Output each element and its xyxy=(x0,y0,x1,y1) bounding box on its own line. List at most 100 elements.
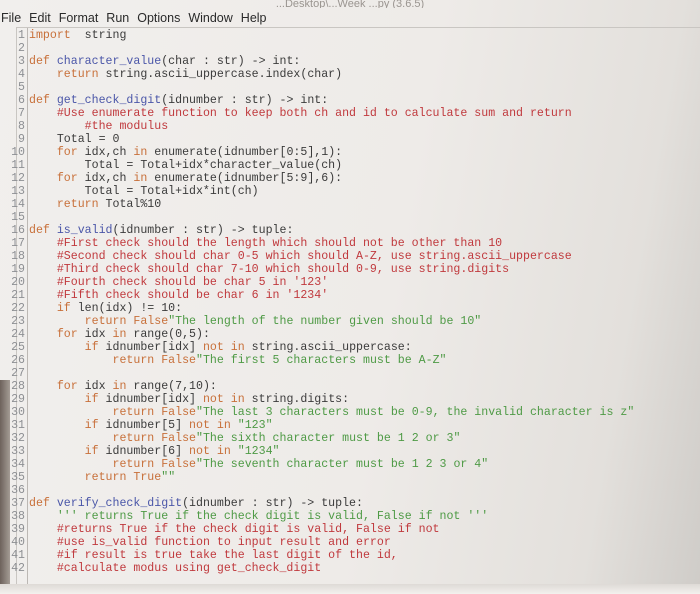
keyword-token: if xyxy=(56,302,71,315)
comment-token: #Second check should char 0-5 which shou… xyxy=(56,250,572,263)
code-text: def is_valid(idnumber : str) -> tuple: xyxy=(27,224,293,237)
line-number: 4 xyxy=(18,68,25,81)
code-line[interactable]: 32 return False"The sixth character must… xyxy=(1,432,460,445)
code-line[interactable]: 9 Total = 0 xyxy=(1,133,119,146)
line-number: 9 xyxy=(18,133,25,146)
code-line[interactable]: 7 #Use enumerate function to keep both c… xyxy=(1,107,572,120)
code-line[interactable]: 18 #Second check should char 0-5 which s… xyxy=(1,250,572,263)
code-line[interactable]: 25 if idnumber[idx] not in string.ascii_… xyxy=(1,341,412,354)
code-line[interactable]: 13 Total = Total+idx*int(ch) xyxy=(1,185,259,198)
code-line[interactable]: 5 xyxy=(1,81,29,94)
code-text: return False"The seventh character must … xyxy=(27,458,489,471)
code-line[interactable]: 14 return Total%10 xyxy=(1,198,161,211)
code-text: for idx in range(0,5): xyxy=(27,328,210,341)
keyword-token: def xyxy=(29,94,50,107)
code-line[interactable]: 1 import string xyxy=(1,29,126,42)
code-line[interactable]: 22 if len(idx) != 10: xyxy=(1,302,182,315)
menu-window[interactable]: Window xyxy=(184,11,236,25)
comment-token: #calculate modus using get_check_digit xyxy=(56,562,322,575)
code-text: if idnumber[6] not in "1234" xyxy=(27,445,280,458)
line-number: 14 xyxy=(11,198,25,211)
code-line[interactable]: 26 return False"The first 5 characters m… xyxy=(1,354,446,367)
code-line[interactable]: 39 #returns True if the check digit is v… xyxy=(1,523,440,536)
code-line[interactable]: 37 def verify_check_digit(idnumber : str)… xyxy=(1,497,363,510)
menu-file[interactable]: File xyxy=(0,11,25,25)
code-editor[interactable]: 1 import string 2 3 def character_value(char… xyxy=(11,27,700,584)
code-line[interactable]: 28 for idx in range(7,10): xyxy=(1,380,217,393)
line-number: 17 xyxy=(11,237,25,250)
code-line[interactable]: 11 Total = Total+idx*character_value(ch) xyxy=(1,159,342,172)
code-line[interactable]: 3 def character_value(char : str) -> int: xyxy=(1,55,300,68)
code-text: #if result is true take the last digit o… xyxy=(27,549,398,562)
keyword-token: import xyxy=(29,29,71,42)
line-number: 8 xyxy=(18,120,25,133)
code-line[interactable]: 33 if idnumber[6] not in "1234" xyxy=(1,445,280,458)
comment-token: #Third check should char 7-10 which shou… xyxy=(56,263,510,276)
code-line[interactable]: 34 return False"The seventh character mu… xyxy=(1,458,488,471)
code-line[interactable]: 6 def get_check_digit(idnumber : str) -> … xyxy=(1,94,328,107)
code-text: def verify_check_digit(idnumber : str) -… xyxy=(27,497,363,510)
code-token: (idnumber : str) -> int: xyxy=(161,94,329,107)
code-text: if len(idx) != 10: xyxy=(27,302,182,315)
code-line[interactable]: 41 #if result is true take the last digi… xyxy=(1,549,398,562)
code-line[interactable]: 24 for idx in range(0,5): xyxy=(1,328,210,341)
code-line[interactable]: 23 return False"The length of the number… xyxy=(1,315,481,328)
code-token: (char : str) -> int: xyxy=(161,55,301,68)
code-text: if idnumber[idx] not in string.digits: xyxy=(27,393,349,406)
code-line[interactable]: 15 xyxy=(1,211,29,224)
menu-run[interactable]: Run xyxy=(102,11,133,25)
code-line[interactable]: 10 for idx,ch in enumerate(idnumber[0:5]… xyxy=(1,146,342,159)
code-text: #Fourth check should be char 5 in '123' xyxy=(27,276,328,289)
code-line[interactable]: 35 return True"" xyxy=(1,471,175,484)
code-line[interactable]: 4 return string.ascii_uppercase.index(ch… xyxy=(1,68,342,81)
code-line[interactable]: 30 return False"The last 3 characters mu… xyxy=(1,406,634,419)
comment-token: #the modulus xyxy=(84,120,169,133)
code-text: #returns True if the check digit is vali… xyxy=(27,523,440,536)
code-token: idx,ch xyxy=(77,146,134,159)
code-line[interactable]: 29 if idnumber[idx] not in string.digits… xyxy=(1,393,349,406)
code-text: return False"The sixth character must be… xyxy=(27,432,461,445)
code-token: Total = Total+idx*character_value(ch) xyxy=(29,159,343,172)
code-text: if idnumber[5] not in "123" xyxy=(27,419,273,432)
code-line[interactable]: 42 #calculate modus using get_check_digi… xyxy=(1,562,321,575)
code-line[interactable]: 16 def is_valid(idnumber : str) -> tuple: xyxy=(1,224,293,237)
code-line[interactable]: 2 xyxy=(1,42,29,55)
string-token: "The last 3 characters must be 0-9, the … xyxy=(196,406,635,419)
code-line[interactable]: 21 #Fifth check should be char 6 in '123… xyxy=(1,289,328,302)
code-line[interactable]: 27 xyxy=(1,367,29,380)
comment-token: #First check should the length which sho… xyxy=(56,237,503,250)
code-line[interactable]: 31 if idnumber[5] not in "123" xyxy=(1,419,273,432)
keyword-token: in xyxy=(133,172,148,185)
line-number: 10 xyxy=(11,146,25,159)
line-number: 12 xyxy=(11,172,25,185)
string-token: "The sixth character must be 1 2 or 3" xyxy=(196,432,461,445)
code-line[interactable]: 8 #the modulus xyxy=(1,120,168,133)
menu-format[interactable]: Format xyxy=(55,11,103,25)
menu-help[interactable]: Help xyxy=(237,11,271,25)
code-text: #Second check should char 0-5 which shou… xyxy=(27,250,572,263)
code-line[interactable]: 12 for idx,ch in enumerate(idnumber[5:9]… xyxy=(1,172,342,185)
menu-options[interactable]: Options xyxy=(133,11,184,25)
editor-bottom-edge xyxy=(0,584,700,594)
code-token: Total = Total+idx*int(ch) xyxy=(29,185,259,198)
code-line[interactable]: 38 ''' returns True if the check digit i… xyxy=(1,510,488,523)
menu-edit[interactable]: Edit xyxy=(25,11,55,25)
code-line[interactable]: 40 #use is_valid function to input resul… xyxy=(1,536,391,549)
keyword-token: False xyxy=(161,432,197,445)
code-line[interactable]: 19 #Third check should char 7-10 which s… xyxy=(1,263,509,276)
code-line[interactable]: 17 #First check should the length which … xyxy=(1,237,502,250)
code-line[interactable]: 20 #Fourth check should be char 5 in '12… xyxy=(1,276,328,289)
code-text: return False"The first 5 characters must… xyxy=(27,354,447,367)
keyword-token: not in xyxy=(202,393,245,406)
